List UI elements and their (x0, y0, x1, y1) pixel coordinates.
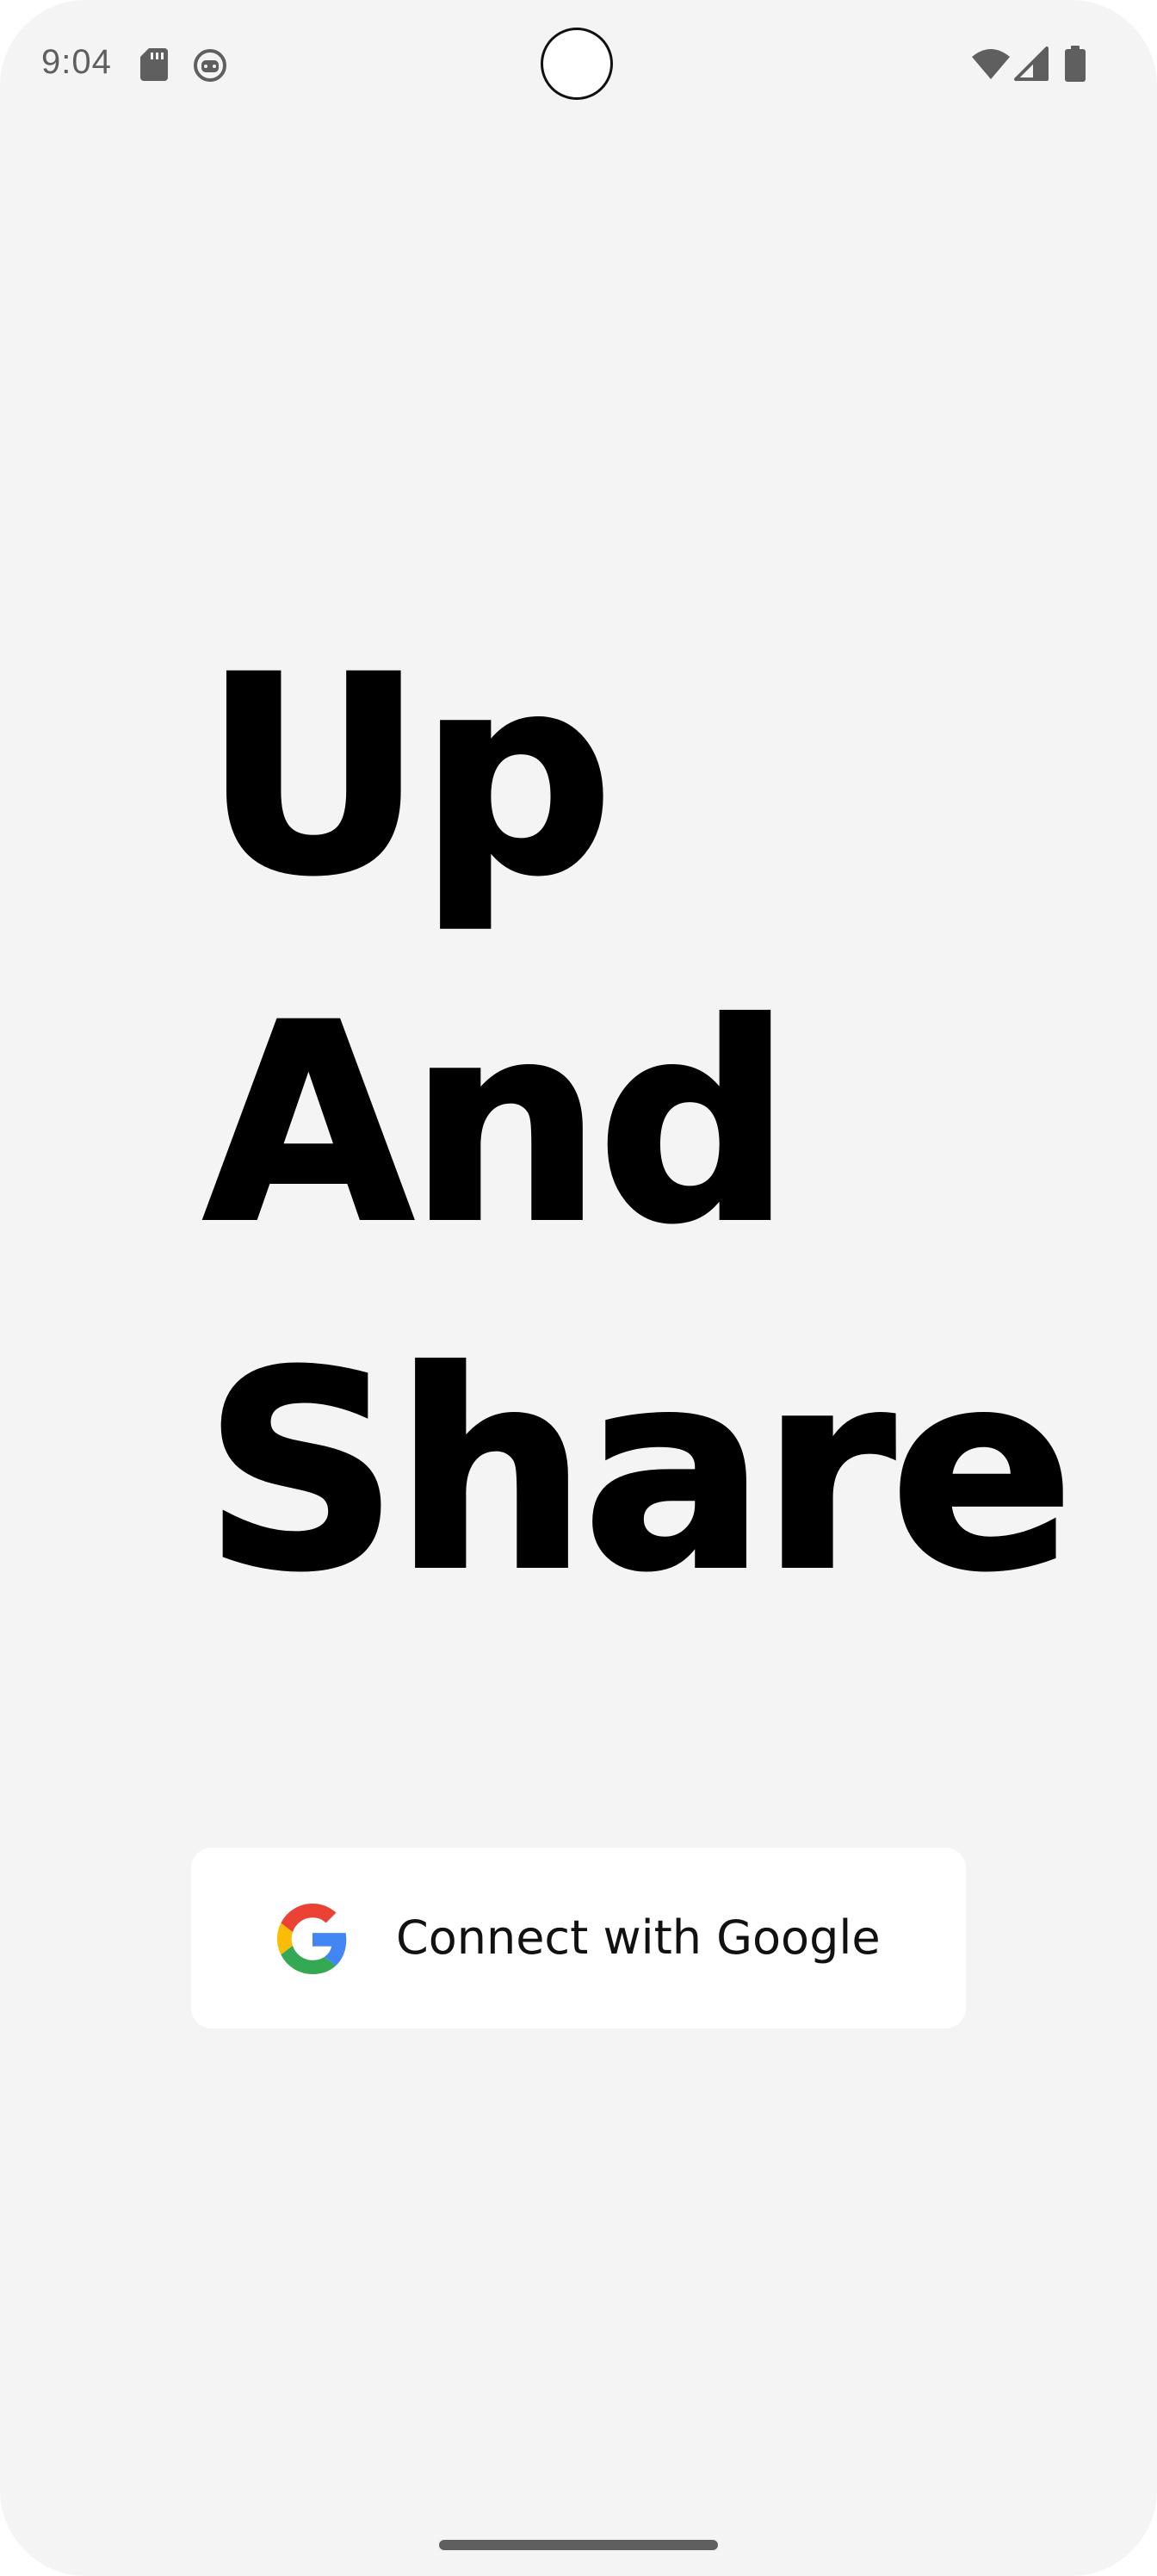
home-gesture-bar[interactable] (439, 2540, 718, 2550)
app-title: Up And Share (201, 603, 1076, 1646)
wifi-icon (972, 49, 1010, 79)
cell-signal-icon (1014, 46, 1049, 81)
sd-card-icon (140, 48, 168, 81)
status-bar: 9:04 (0, 0, 1157, 129)
title-line-up: Up (201, 616, 616, 937)
title-line-share: Share (201, 1312, 1076, 1632)
status-time: 9:04 (41, 43, 112, 81)
front-camera-cutout (541, 28, 613, 100)
google-g-icon (277, 1904, 347, 1974)
phone-screen: 9:04 Up And Share Connect with Google (0, 0, 1157, 2576)
battery-icon (1065, 46, 1086, 82)
sync-face-icon (194, 49, 226, 82)
title-line-and: And (201, 964, 794, 1285)
connect-with-google-button[interactable]: Connect with Google (191, 1848, 966, 2028)
google-button-label: Connect with Google (396, 1910, 881, 1965)
